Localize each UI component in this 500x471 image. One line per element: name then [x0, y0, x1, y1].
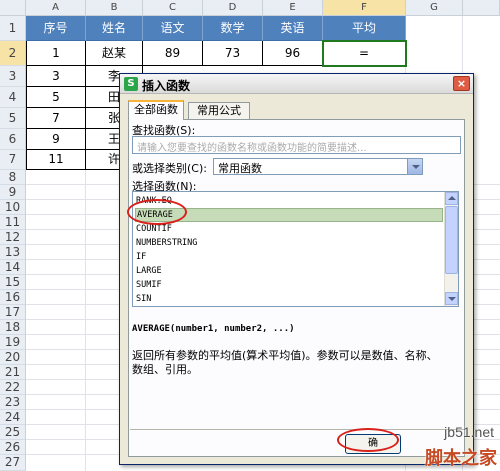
list-item[interactable]: RANK.EQ	[135, 194, 443, 208]
dialog-title: 插入函数	[142, 79, 191, 93]
ok-button[interactable]: 确	[345, 434, 401, 454]
table-cell[interactable]: 赵某	[86, 41, 143, 66]
list-item[interactable]: LARGE	[135, 264, 443, 278]
row-header-7[interactable]: 7	[0, 150, 26, 170]
table-cell[interactable]: 5	[26, 87, 86, 108]
active-cell-f2[interactable]: =	[322, 40, 407, 67]
row-header-4[interactable]: 4	[0, 87, 26, 108]
category-select-value: 常用函数	[218, 162, 262, 175]
row-header-15[interactable]: 15	[0, 275, 26, 290]
close-icon[interactable]: ×	[453, 76, 470, 91]
header-cell-english[interactable]: 英语	[263, 16, 323, 41]
function-signature: AVERAGE(number1, number2, ...)	[132, 324, 295, 334]
scroll-down-icon[interactable]	[445, 292, 458, 305]
category-label: 或选择类别(C):	[132, 162, 207, 175]
list-item[interactable]: IF	[135, 250, 443, 264]
row-header-21[interactable]: 21	[0, 365, 26, 380]
row-header-24[interactable]: 24	[0, 410, 26, 425]
row-header-9[interactable]: 9	[0, 185, 26, 200]
scroll-up-icon[interactable]	[445, 192, 458, 205]
list-item[interactable]: SIN	[135, 292, 443, 306]
row-header-20[interactable]: 20	[0, 350, 26, 365]
row-header-6[interactable]: 6	[0, 129, 26, 150]
table-cell[interactable]: 11	[26, 150, 86, 170]
listbox-scrollbar[interactable]	[444, 192, 458, 306]
row-header-13[interactable]: 13	[0, 245, 26, 260]
row-header-22[interactable]: 22	[0, 380, 26, 395]
chevron-down-icon[interactable]	[407, 159, 422, 174]
row-header-25[interactable]: 25	[0, 425, 26, 440]
row-header-26[interactable]: 26	[0, 440, 26, 455]
row-header-14[interactable]: 14	[0, 260, 26, 275]
row-header-3[interactable]: 3	[0, 66, 26, 87]
column-header-d[interactable]: D	[203, 0, 263, 16]
table-cell[interactable]: 9	[26, 129, 86, 150]
column-header-a[interactable]: A	[26, 0, 86, 16]
column-header-c[interactable]: C	[143, 0, 203, 16]
list-item[interactable]: NUMBERSTRING	[135, 236, 443, 250]
column-header-f[interactable]: F	[323, 0, 406, 16]
column-header-h[interactable]	[463, 0, 500, 16]
row-header-27[interactable]: 27	[0, 455, 26, 471]
header-cell-average[interactable]: 平均	[323, 16, 406, 41]
header-cell-index[interactable]: 序号	[26, 16, 86, 41]
row-header-19[interactable]: 19	[0, 335, 26, 350]
watermark-site: jb51.net	[444, 424, 494, 440]
header-cell-math[interactable]: 数学	[203, 16, 263, 41]
table-cell[interactable]: 1	[26, 41, 86, 66]
wps-app-icon: S	[124, 77, 138, 91]
tab-all-functions[interactable]: 全部函数	[128, 100, 184, 120]
column-header-g[interactable]: G	[406, 0, 463, 16]
list-item-selected[interactable]: AVERAGE	[135, 208, 443, 222]
function-listbox[interactable]: RANK.EQ AVERAGE COUNTIF NUMBERSTRING IF …	[132, 191, 459, 307]
row-header-2[interactable]: 2	[0, 41, 26, 66]
header-cell-name[interactable]: 姓名	[86, 16, 143, 41]
tab-common-formulas[interactable]: 常用公式	[188, 102, 250, 119]
table-cell[interactable]: 96	[263, 41, 323, 66]
category-select[interactable]: 常用函数	[213, 158, 423, 175]
row-header-5[interactable]: 5	[0, 108, 26, 129]
divider	[130, 429, 464, 430]
row-header-11[interactable]: 11	[0, 215, 26, 230]
dialog-titlebar[interactable]: S 插入函数 ×	[120, 74, 473, 94]
row-header-18[interactable]: 18	[0, 320, 26, 335]
function-description: 返回所有参数的平均值(算术平均值)。参数可以是数值、名称、数组、引用。	[132, 349, 438, 376]
list-item[interactable]: SUMIF	[135, 278, 443, 292]
table-cell[interactable]: 3	[26, 66, 86, 87]
row-header-10[interactable]: 10	[0, 200, 26, 215]
tab-panel: 查找函数(S): 请输入您要查找的函数名称或函数功能的简要描述... 或选择类别…	[128, 119, 465, 457]
function-search-input[interactable]: 请输入您要查找的函数名称或函数功能的简要描述...	[132, 136, 461, 154]
row-header-8[interactable]: 8	[0, 170, 26, 185]
insert-function-dialog: S 插入函数 × 全部函数 常用公式 查找函数(S): 请输入您要查找的函数名称…	[119, 73, 474, 465]
gridline	[85, 170, 86, 471]
row-header-17[interactable]: 17	[0, 305, 26, 320]
scroll-thumb[interactable]	[445, 206, 458, 274]
watermark-name: 脚本之家	[425, 448, 497, 469]
column-header-b[interactable]: B	[86, 0, 143, 16]
table-cell[interactable]: 73	[203, 41, 263, 66]
header-cell-chinese[interactable]: 语文	[143, 16, 203, 41]
row-header-12[interactable]: 12	[0, 230, 26, 245]
select-all-corner[interactable]	[0, 0, 26, 16]
row-header-23[interactable]: 23	[0, 395, 26, 410]
table-cell[interactable]: 89	[143, 41, 203, 66]
row-header-1[interactable]: 1	[0, 16, 26, 41]
list-item[interactable]: COUNTIF	[135, 222, 443, 236]
column-header-e[interactable]: E	[263, 0, 323, 16]
table-cell[interactable]: 7	[26, 108, 86, 129]
row-header-16[interactable]: 16	[0, 290, 26, 305]
